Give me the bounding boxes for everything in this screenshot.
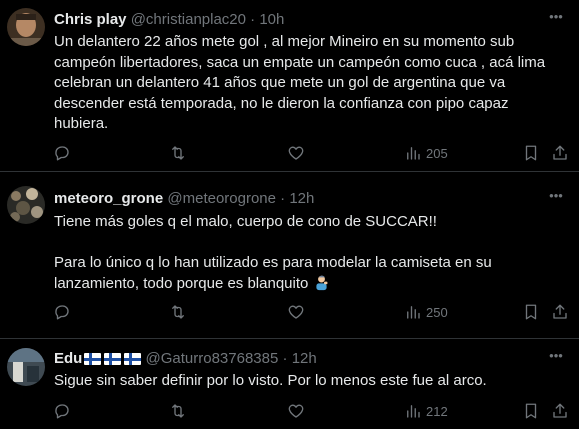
reply-icon bbox=[55, 404, 69, 419]
reply-button[interactable] bbox=[53, 302, 71, 322]
bookmark-button[interactable] bbox=[522, 143, 540, 163]
tweet[interactable]: meteoro_grone @meteorogrone · 12h ••• Ti… bbox=[0, 172, 579, 339]
bookmark-icon bbox=[525, 145, 537, 161]
like-icon bbox=[288, 305, 304, 319]
handle[interactable]: @meteorogrone bbox=[167, 190, 276, 207]
tweet-text-container: Tiene más goles q el malo, cuerpo de con… bbox=[54, 212, 566, 294]
separator: · bbox=[282, 350, 288, 367]
action-bar: 212 bbox=[0, 401, 579, 421]
share-icon bbox=[553, 145, 567, 160]
more-options-icon[interactable]: ••• bbox=[547, 189, 565, 208]
tweet-text: Tiene más goles q el malo, cuerpo de con… bbox=[54, 213, 492, 292]
avatar-image bbox=[7, 8, 45, 46]
avatar-image bbox=[7, 186, 45, 224]
retweet-button[interactable] bbox=[169, 143, 187, 163]
views-icon bbox=[407, 306, 420, 319]
separator: · bbox=[280, 190, 286, 207]
action-bar: 205 bbox=[0, 143, 579, 163]
avatar[interactable] bbox=[7, 186, 45, 224]
tweet-text: Un delantero 22 años mete gol , al mejor… bbox=[54, 33, 550, 132]
bookmark-button[interactable] bbox=[522, 401, 540, 421]
separator: · bbox=[250, 11, 256, 28]
tweet-text: Sigue sin saber definir por lo visto. Po… bbox=[54, 372, 487, 389]
views-icon bbox=[407, 147, 420, 160]
like-button[interactable] bbox=[287, 302, 305, 322]
display-name[interactable]: meteoro_grone bbox=[54, 190, 163, 207]
tweet-header: Chris play @christianplac20 · 10h bbox=[54, 10, 284, 29]
handle[interactable]: @Gaturro83768385 bbox=[146, 350, 279, 367]
handle[interactable]: @christianplac20 bbox=[131, 11, 246, 28]
retweet-icon bbox=[172, 146, 184, 160]
timestamp[interactable]: 10h bbox=[259, 11, 284, 28]
tweet-header: meteoro_grone @meteorogrone · 12h bbox=[54, 189, 314, 208]
more-options-icon[interactable]: ••• bbox=[547, 10, 565, 29]
bookmark-icon bbox=[525, 304, 537, 320]
reply-icon bbox=[55, 305, 69, 320]
timestamp[interactable]: 12h bbox=[292, 350, 317, 367]
finland-flag-emoji bbox=[104, 353, 122, 365]
views-count: 250 bbox=[426, 304, 448, 320]
share-button[interactable] bbox=[551, 302, 569, 322]
name-flags bbox=[84, 353, 142, 365]
display-name[interactable]: Chris play bbox=[54, 11, 127, 28]
timestamp[interactable]: 12h bbox=[289, 190, 314, 207]
share-button[interactable] bbox=[551, 401, 569, 421]
reply-icon bbox=[55, 146, 69, 161]
like-icon bbox=[288, 404, 304, 418]
views-button[interactable]: 250 bbox=[404, 302, 448, 322]
like-button[interactable] bbox=[287, 401, 305, 421]
retweet-icon bbox=[172, 404, 184, 418]
finland-flag-emoji bbox=[124, 353, 142, 365]
views-count: 212 bbox=[426, 403, 448, 419]
tweet-header: Edu @Gaturro83768385 · 12h bbox=[54, 349, 317, 368]
views-count: 205 bbox=[426, 145, 448, 161]
views-icon bbox=[407, 405, 420, 418]
views-button[interactable]: 205 bbox=[404, 143, 448, 163]
like-icon bbox=[288, 146, 304, 160]
display-name[interactable]: Edu bbox=[54, 350, 82, 367]
retweet-button[interactable] bbox=[169, 302, 187, 322]
avatar-image bbox=[7, 348, 45, 386]
bookmark-button[interactable] bbox=[522, 302, 540, 322]
share-icon bbox=[553, 304, 567, 319]
retweet-icon bbox=[172, 305, 184, 319]
tweet[interactable]: Edu @Gaturro83768385 · 12h ••• Sigue sin… bbox=[0, 339, 579, 429]
bookmark-icon bbox=[525, 403, 537, 419]
tweet[interactable]: Chris play @christianplac20 · 10h ••• Un… bbox=[0, 0, 579, 172]
avatar[interactable] bbox=[7, 348, 45, 386]
retweet-button[interactable] bbox=[169, 401, 187, 421]
person-tipping-hand-emoji bbox=[315, 275, 327, 290]
reply-button[interactable] bbox=[53, 401, 71, 421]
reply-button[interactable] bbox=[53, 143, 71, 163]
views-button[interactable]: 212 bbox=[404, 401, 448, 421]
action-bar: 250 bbox=[0, 302, 579, 322]
like-button[interactable] bbox=[287, 143, 305, 163]
share-icon bbox=[553, 403, 567, 418]
avatar[interactable] bbox=[7, 8, 45, 46]
more-options-icon[interactable]: ••• bbox=[547, 349, 565, 368]
share-button[interactable] bbox=[551, 143, 569, 163]
finland-flag-emoji bbox=[84, 353, 102, 365]
